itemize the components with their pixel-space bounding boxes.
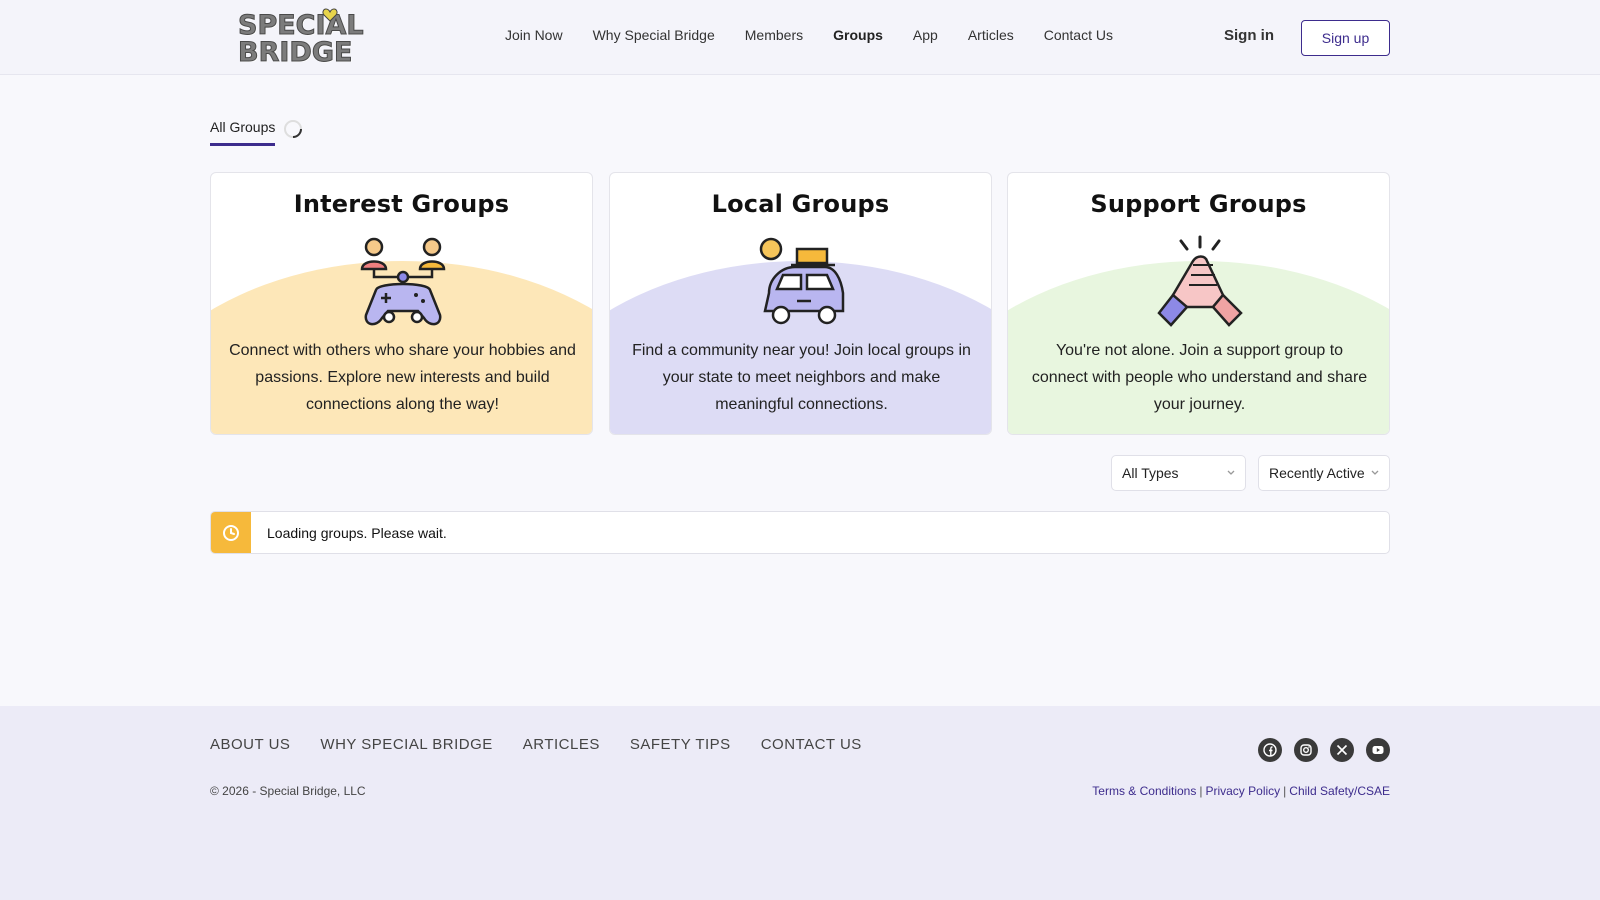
footer-link-contact-us[interactable]: CONTACT US [761,736,862,753]
chevron-down-icon [1227,470,1235,475]
copyright-text: © 2026 - Special Bridge, LLC [210,784,366,798]
main-nav: Join Now Why Special Bridge Members Grou… [505,27,1143,43]
sign-in-link[interactable]: Sign in [1224,27,1274,44]
nav-contact-us[interactable]: Contact Us [1044,27,1113,43]
interest-groups-card[interactable]: Interest Groups Connect with others who … [210,172,593,435]
site-header: SPECIAL BRIDGE Join Now Why Special Brid… [0,0,1600,75]
youtube-icon[interactable] [1366,738,1390,762]
tab-all-groups[interactable]: All Groups [210,119,276,146]
alert-icon-box [211,512,251,553]
card-title: Support Groups [1090,190,1307,218]
support-groups-card[interactable]: Support Groups You're not alone. Join a … [1007,172,1390,435]
footer-link-why-special-bridge[interactable]: WHY SPECIAL BRIDGE [320,736,492,753]
gamepad-people-icon [360,237,446,326]
nav-members[interactable]: Members [745,27,803,43]
local-groups-card[interactable]: Local Groups Find a community near you! … [609,172,992,435]
footer-link-articles[interactable]: ARTICLES [523,736,600,753]
legal-separator: | [1199,784,1203,798]
card-title: Interest Groups [293,190,510,218]
nav-app[interactable]: App [913,27,938,43]
card-title: Local Groups [711,190,890,218]
card-description: Find a community near you! Join local gr… [632,342,971,413]
nav-why-special-bridge[interactable]: Why Special Bridge [593,27,715,43]
chevron-down-icon [1371,470,1379,475]
site-footer: ABOUT US WHY SPECIAL BRIDGE ARTICLES SAF… [0,706,1600,900]
logo-line-2: BRIDGE [237,37,353,68]
handshake-icon [1157,235,1243,327]
legal-separator: | [1283,784,1287,798]
footer-links: ABOUT US WHY SPECIAL BRIDGE ARTICLES SAF… [210,736,892,753]
terms-link[interactable]: Terms & Conditions [1092,784,1196,798]
nav-articles[interactable]: Articles [968,27,1014,43]
loading-alert: Loading groups. Please wait. [210,511,1390,554]
logo-line-1: SPECIAL [238,10,365,41]
facebook-icon[interactable] [1258,738,1282,762]
privacy-link[interactable]: Privacy Policy [1205,784,1280,798]
loading-text: Loading groups. Please wait. [267,525,447,541]
instagram-icon[interactable] [1294,738,1318,762]
sort-select[interactable]: Recently Active [1258,455,1390,491]
loading-spinner-icon [284,120,302,138]
card-description: You're not alone. Join a support group t… [1031,342,1368,413]
x-icon[interactable] [1330,738,1354,762]
footer-link-safety-tips[interactable]: SAFETY TIPS [630,736,731,753]
type-filter-value: All Types [1122,465,1179,481]
sort-value: Recently Active [1269,465,1365,481]
sign-up-button[interactable]: Sign up [1301,20,1390,56]
special-bridge-logo[interactable]: SPECIAL BRIDGE [237,8,364,68]
nav-join-now[interactable]: Join Now [505,27,563,43]
heart-icon [322,8,338,22]
car-travel-icon [759,237,845,325]
legal-links: Terms & Conditions | Privacy Policy | Child … [1092,784,1390,798]
card-description: Connect with others who share your hobbi… [229,342,576,413]
clock-icon [223,525,239,541]
nav-groups[interactable]: Groups [833,27,883,43]
type-filter-select[interactable]: All Types [1111,455,1246,491]
footer-link-about-us[interactable]: ABOUT US [210,736,290,753]
child-safety-link[interactable]: Child Safety/CSAE [1289,784,1390,798]
